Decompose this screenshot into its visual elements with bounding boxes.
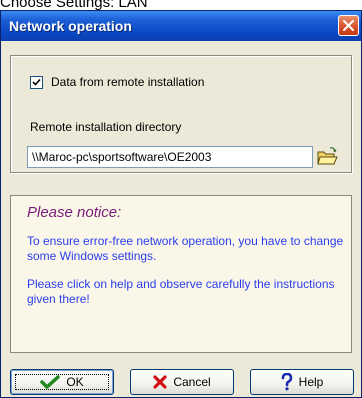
notice-heading: Please notice:: [27, 204, 122, 221]
notice-body: To ensure error-free network operation, …: [27, 234, 345, 320]
help-button[interactable]: Help: [250, 369, 354, 395]
browse-folder-button[interactable]: [315, 146, 339, 168]
close-icon: [343, 20, 354, 31]
remote-directory-input[interactable]: [27, 146, 313, 168]
title-bar[interactable]: Network operation: [1, 11, 361, 41]
cancel-button-label: Cancel: [173, 375, 211, 389]
notice-paragraph: To ensure error-free network operation, …: [27, 234, 344, 263]
network-operation-dialog: Network operation Data from remote insta…: [0, 10, 362, 398]
remote-data-checkbox[interactable]: [30, 76, 43, 89]
cancel-x-icon: [153, 375, 167, 389]
folder-open-icon: [317, 147, 338, 165]
cancel-button[interactable]: Cancel: [130, 369, 234, 395]
remote-directory-label: Remote installation directory: [30, 120, 182, 134]
focus-rectangle: [15, 374, 109, 390]
checkmark-icon: [32, 78, 41, 86]
ok-button[interactable]: OK: [10, 369, 114, 395]
remote-installation-panel: Data from remote installation Remote ins…: [10, 55, 352, 173]
notice-paragraph: Please click on help and observe careful…: [27, 277, 335, 306]
window-title: Network operation: [9, 18, 132, 34]
remote-data-checkbox-label[interactable]: Data from remote installation: [51, 75, 204, 89]
help-button-label: Help: [298, 375, 324, 389]
close-button[interactable]: [338, 15, 359, 36]
question-mark-icon: [281, 373, 292, 391]
notice-panel: Please notice: To ensure error-free netw…: [10, 195, 352, 353]
